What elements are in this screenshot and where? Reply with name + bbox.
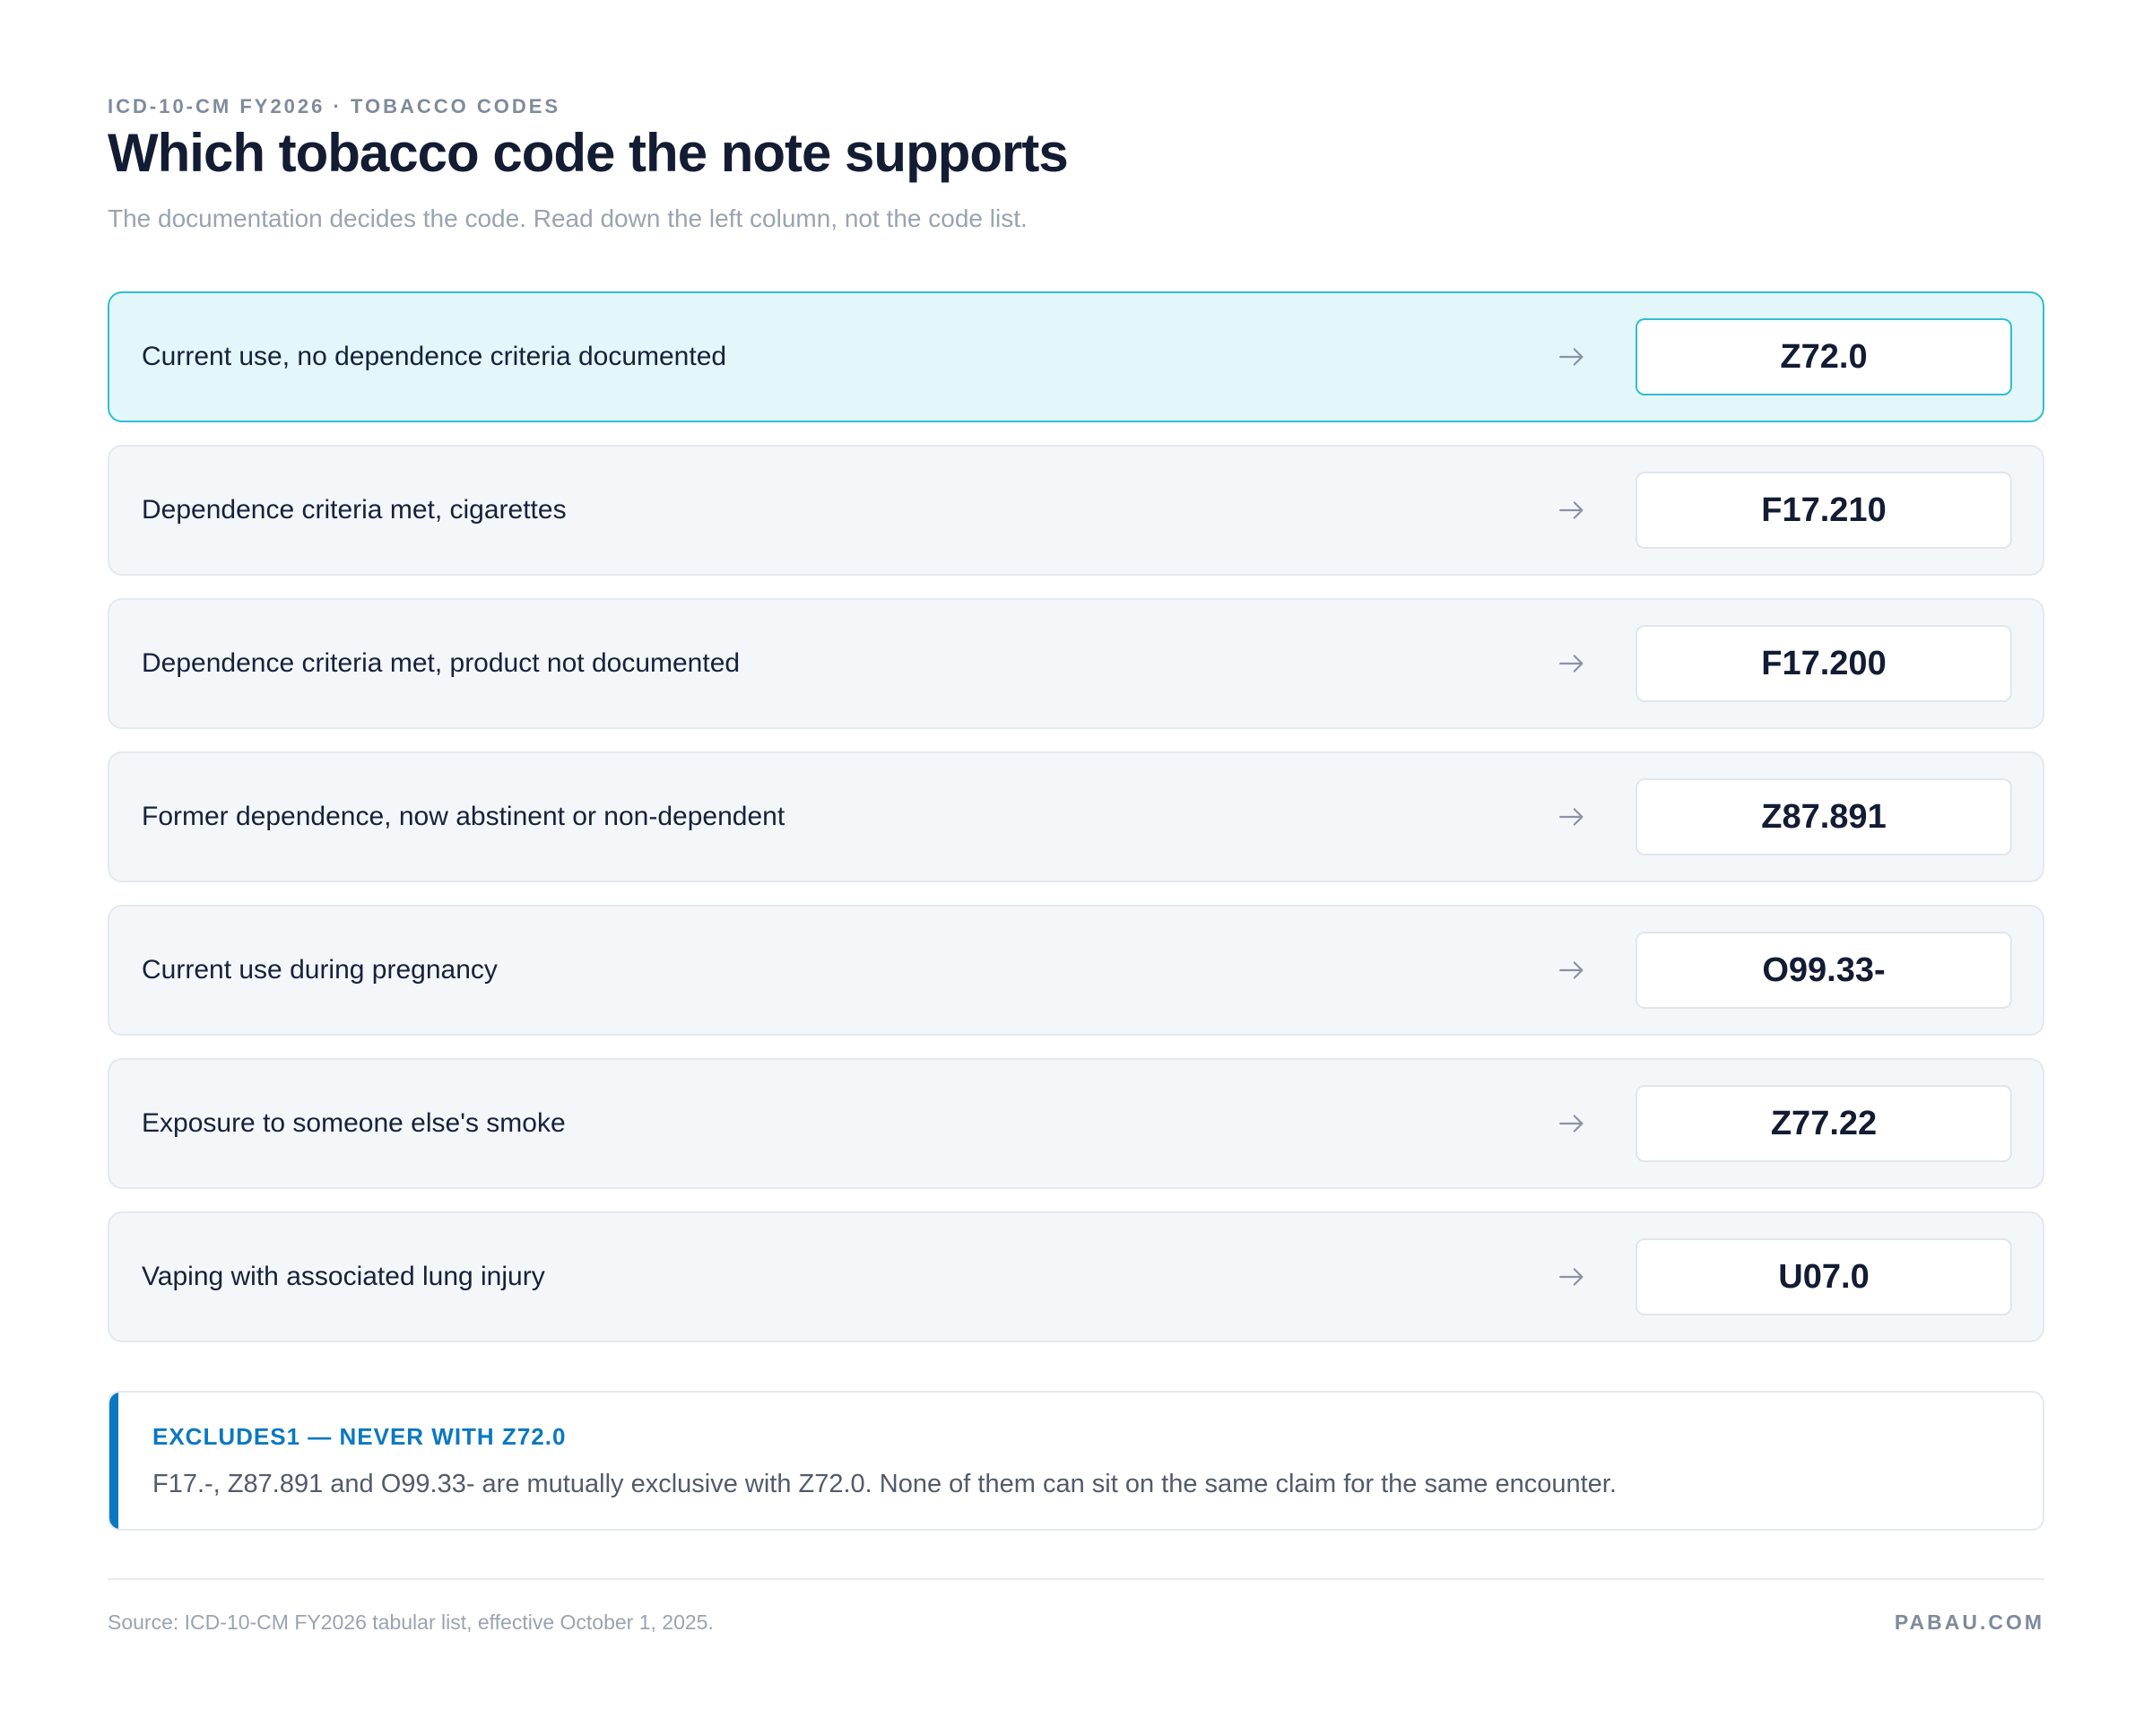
footer-divider <box>108 1578 2044 1580</box>
mapping-row: Current use during pregnancy O99.33- <box>108 905 2044 1036</box>
note-heading: EXCLUDES1 — NEVER WITH Z72.0 <box>152 1423 567 1450</box>
page-title: Which tobacco code the note supports <box>108 123 1069 183</box>
arrow-right-icon <box>1559 808 1584 826</box>
source-citation: Source: ICD-10-CM FY2026 tabular list, e… <box>108 1610 714 1634</box>
mapping-row: Dependence criteria met, product not doc… <box>108 598 2044 729</box>
mapping-row: Current use, no dependence criteria docu… <box>108 291 2044 422</box>
arrow-right-icon <box>1559 501 1584 519</box>
documentation-label: Exposure to someone else's smoke <box>142 1108 566 1138</box>
mapping-row: Vaping with associated lung injury U07.0 <box>108 1211 2044 1342</box>
code-badge: Z77.22 <box>1636 1085 2012 1162</box>
mapping-row: Exposure to someone else's smoke Z77.22 <box>108 1058 2044 1189</box>
documentation-label: Current use, no dependence criteria docu… <box>142 342 727 371</box>
code-badge: U07.0 <box>1636 1238 2012 1315</box>
page-subtitle: The documentation decides the code. Read… <box>108 204 1028 232</box>
code-badge: Z72.0 <box>1636 318 2012 395</box>
note-accent-bar <box>109 1393 118 1529</box>
code-badge: Z87.891 <box>1636 778 2012 855</box>
arrow-right-icon <box>1559 961 1584 979</box>
arrow-right-icon <box>1559 1115 1584 1133</box>
arrow-right-icon <box>1559 348 1584 366</box>
excludes-note: EXCLUDES1 — NEVER WITH Z72.0 F17.-, Z87.… <box>108 1391 2044 1531</box>
code-badge: O99.33- <box>1636 932 2012 1009</box>
arrow-right-icon <box>1559 1268 1584 1286</box>
documentation-label: Vaping with associated lung injury <box>142 1262 545 1291</box>
note-body: F17.-, Z87.891 and O99.33- are mutually … <box>152 1470 1617 1498</box>
documentation-label: Former dependence, now abstinent or non-… <box>142 802 785 831</box>
mapping-row: Dependence criteria met, cigarettes F17.… <box>108 445 2044 576</box>
documentation-label: Dependence criteria met, product not doc… <box>142 648 741 678</box>
arrow-right-icon <box>1559 655 1584 673</box>
documentation-label: Dependence criteria met, cigarettes <box>142 495 567 525</box>
code-badge: F17.210 <box>1636 472 2012 549</box>
eyebrow: ICD-10-CM FY2026 · TOBACCO CODES <box>108 95 561 117</box>
mapping-row: Former dependence, now abstinent or non-… <box>108 751 2044 882</box>
code-mapping-list: Current use, no dependence criteria docu… <box>108 291 2044 1365</box>
documentation-label: Current use during pregnancy <box>142 955 498 985</box>
brand-label: PABAU.COM <box>1894 1610 2044 1634</box>
code-badge: F17.200 <box>1636 625 2012 702</box>
